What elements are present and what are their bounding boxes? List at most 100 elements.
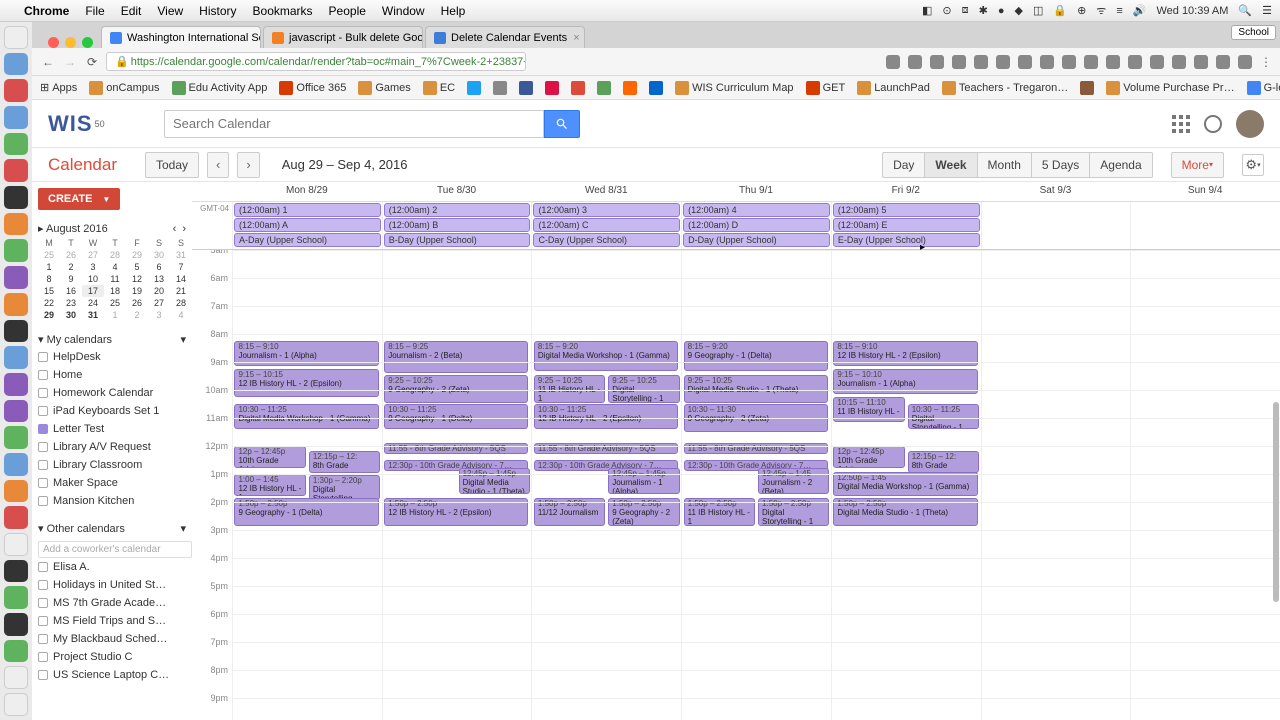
calendar-checkbox[interactable] xyxy=(38,670,48,680)
dock-app[interactable] xyxy=(4,586,28,609)
allday-event[interactable]: C-Day (Upper School) xyxy=(533,233,680,247)
calendar-item[interactable]: Library Classroom xyxy=(38,456,192,474)
bookmark[interactable]: Games xyxy=(358,81,410,95)
calendar-item[interactable]: Project Studio C xyxy=(38,648,192,666)
calendar-checkbox[interactable] xyxy=(38,616,48,626)
tray-icon[interactable]: ◫ xyxy=(1033,4,1043,17)
bookmark[interactable] xyxy=(545,81,559,95)
menu-history[interactable]: History xyxy=(199,4,236,18)
my-calendars-header[interactable]: ▾ My calendars▾ xyxy=(38,331,192,348)
day-header[interactable]: Mon 8/29 xyxy=(232,182,382,201)
calendar-item[interactable]: US Science Laptop C… xyxy=(38,666,192,684)
dock-app[interactable] xyxy=(4,293,28,316)
bookmark[interactable] xyxy=(1080,81,1094,95)
bookmark[interactable]: GET xyxy=(806,81,846,95)
calendar-event[interactable]: 11:55 - 8th Grade Advisory - 5QS (MSA xyxy=(684,443,828,454)
spotlight-icon[interactable]: 🔍 xyxy=(1238,4,1252,17)
calendar-event[interactable]: 1:30p – 2:20pDigital Storytelling xyxy=(309,475,380,500)
extension-icon[interactable] xyxy=(1062,55,1076,69)
day-header[interactable]: Sun 9/4 xyxy=(1130,182,1280,201)
day-header[interactable]: Wed 8/31 xyxy=(531,182,681,201)
dock-app[interactable] xyxy=(4,453,28,476)
forward-button[interactable]: → xyxy=(62,55,78,69)
dock-app[interactable] xyxy=(4,400,28,423)
calendar-item[interactable]: Homework Calendar xyxy=(38,384,192,402)
dock-app[interactable] xyxy=(4,426,28,449)
avatar[interactable] xyxy=(1236,110,1264,138)
dock-app[interactable] xyxy=(4,373,28,396)
bookmark[interactable] xyxy=(649,81,663,95)
bookmark[interactable] xyxy=(571,81,585,95)
maximize-window[interactable] xyxy=(82,37,93,48)
dock-app[interactable] xyxy=(4,666,28,689)
reload-button[interactable]: ⟳ xyxy=(84,55,100,69)
bookmark[interactable]: Volume Purchase Pr… xyxy=(1106,81,1234,95)
allday-event[interactable]: (12:00am) C xyxy=(533,218,680,232)
extension-icon[interactable] xyxy=(930,55,944,69)
allday-event[interactable]: (12:00am) 5 xyxy=(833,203,980,217)
calendar-checkbox[interactable] xyxy=(38,652,48,662)
view-5days[interactable]: 5 Days xyxy=(1031,152,1090,178)
dock-app[interactable] xyxy=(4,320,28,343)
close-tab-icon[interactable]: × xyxy=(573,32,579,44)
tray-icon[interactable]: ⧈ xyxy=(962,4,969,17)
calendar-item[interactable]: Holidays in United St… xyxy=(38,576,192,594)
back-button[interactable]: ← xyxy=(40,55,56,69)
dock-app[interactable] xyxy=(4,560,28,583)
calendar-event[interactable]: 12:15p – 12:8th Grade xyxy=(908,451,979,473)
dock-app[interactable] xyxy=(4,213,28,236)
extension-icon[interactable] xyxy=(996,55,1010,69)
calendar-item[interactable]: MS Field Trips and S… xyxy=(38,612,192,630)
next-button[interactable]: › xyxy=(237,152,259,178)
dock-app[interactable] xyxy=(4,480,28,503)
calendar-event[interactable]: 12:45p – 1:45pJournalism - 1 (Alpha) xyxy=(608,468,679,494)
calendar-item[interactable]: iPad Keyboards Set 1 xyxy=(38,402,192,420)
calendar-item[interactable]: Elisa A. xyxy=(38,558,192,576)
dock-app[interactable] xyxy=(4,106,28,129)
calendar-checkbox[interactable] xyxy=(38,496,48,506)
menu-edit[interactable]: Edit xyxy=(121,4,142,18)
allday-event[interactable]: (12:00am) D xyxy=(683,218,830,232)
menu-file[interactable]: File xyxy=(85,4,104,18)
prev-button[interactable]: ‹ xyxy=(207,152,229,178)
allday-event[interactable]: (12:00am) 2 xyxy=(384,203,531,217)
scrollbar[interactable] xyxy=(1272,362,1280,720)
bookmark[interactable] xyxy=(623,81,637,95)
bookmark[interactable]: onCampus xyxy=(89,81,159,95)
extension-icon[interactable] xyxy=(952,55,966,69)
allday-event[interactable]: (12:00am) B xyxy=(384,218,531,232)
calendar-checkbox[interactable] xyxy=(38,442,48,452)
dock-app[interactable] xyxy=(4,133,28,156)
allday-event[interactable]: (12:00am) E xyxy=(833,218,980,232)
mini-calendar[interactable]: MTWTFSS252627282930311234567891011121314… xyxy=(38,237,192,321)
bookmark[interactable]: G-learning: How to… xyxy=(1247,81,1280,95)
dropdown-icon[interactable]: ▾ xyxy=(180,333,186,346)
calendar-event[interactable]: 9:25 – 10:2511 IB History HL - 1 xyxy=(534,375,605,403)
allday-event[interactable]: (12:00am) 3 xyxy=(533,203,680,217)
extension-icon[interactable] xyxy=(1216,55,1230,69)
tray-icon[interactable]: 🔊 xyxy=(1133,4,1147,17)
calendar-checkbox[interactable] xyxy=(38,478,48,488)
dock-app[interactable] xyxy=(4,266,28,289)
dock-trash[interactable] xyxy=(4,693,28,716)
day-header[interactable]: Thu 9/1 xyxy=(681,182,831,201)
tray-icon[interactable]: ≡ xyxy=(1116,5,1122,17)
search-button[interactable] xyxy=(544,110,580,138)
allday-event[interactable]: (12:00am) 1 xyxy=(234,203,381,217)
calendar-event[interactable]: 8:15 – 9:209 Geography - 1 (Delta) xyxy=(684,341,828,371)
day-header[interactable]: Sat 9/3 xyxy=(981,182,1131,201)
extension-icon[interactable] xyxy=(1018,55,1032,69)
bookmark[interactable]: WIS Curriculum Map xyxy=(675,81,793,95)
calendar-event[interactable]: 12:15p – 12:8th Grade xyxy=(309,451,380,473)
calendar-checkbox[interactable] xyxy=(38,406,48,416)
mini-prev[interactable]: ‹ xyxy=(173,223,177,235)
allday-event[interactable]: (12:00am) 4 xyxy=(683,203,830,217)
calendar-item[interactable]: Letter Test xyxy=(38,420,192,438)
search-input[interactable] xyxy=(164,110,544,138)
calendar-checkbox[interactable] xyxy=(38,580,48,590)
tray-icon[interactable]: ● xyxy=(998,5,1005,17)
url-field[interactable]: 🔒https://calendar.google.com/calendar/re… xyxy=(106,52,526,71)
calendar-checkbox[interactable] xyxy=(38,598,48,608)
day-header[interactable]: Fri 9/2 xyxy=(831,182,981,201)
bookmark[interactable]: LaunchPad xyxy=(857,81,930,95)
